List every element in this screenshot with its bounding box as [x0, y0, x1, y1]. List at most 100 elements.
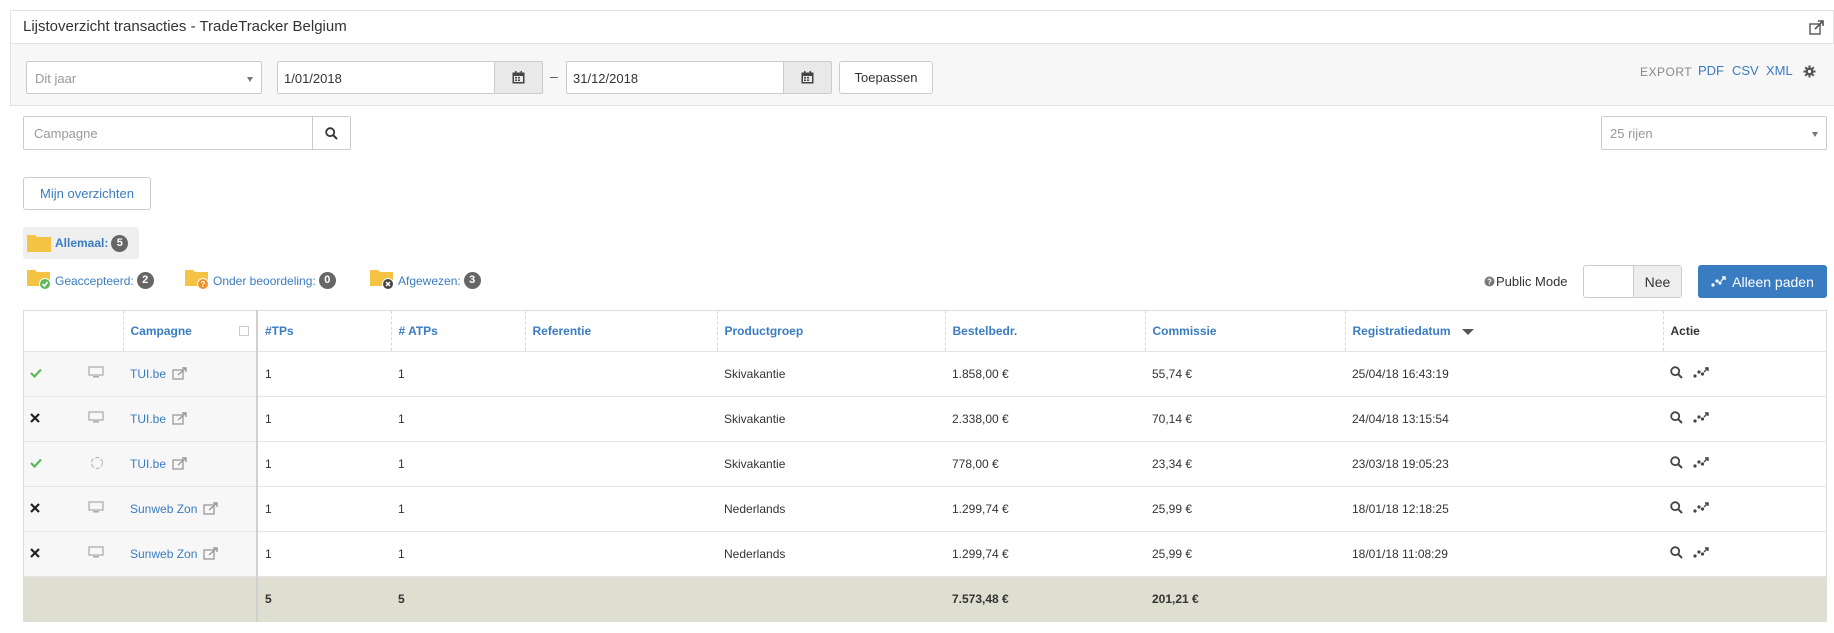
- col-atps[interactable]: # ATPs: [391, 310, 526, 352]
- col-campaign[interactable]: Campagne: [123, 310, 258, 352]
- external-link-icon[interactable]: [172, 411, 188, 428]
- action-cell: [1663, 396, 1827, 442]
- date-to-calendar-button[interactable]: [783, 61, 832, 94]
- desktop-icon: [88, 366, 104, 382]
- search-icon[interactable]: [1670, 366, 1683, 382]
- only-paths-button[interactable]: Alleen paden: [1698, 265, 1827, 298]
- status-device-cell: [23, 441, 123, 487]
- col-campaign-label: Campagne: [130, 324, 192, 338]
- page-title: Lijstoverzicht transacties - TradeTracke…: [23, 18, 347, 35]
- col-tps[interactable]: #TPs: [257, 310, 392, 352]
- table-row[interactable]: TUI.be 1 1 Skivakantie 1.858,00 €55,74 €25/0…: [23, 351, 1827, 397]
- campaign-search-input[interactable]: Campagne: [23, 116, 313, 150]
- campaign-link[interactable]: Sunweb Zon: [130, 547, 197, 561]
- campaign-link[interactable]: TUI.be: [130, 412, 166, 426]
- search-icon[interactable]: [1670, 501, 1683, 517]
- public-mode-toggle-off: [1584, 266, 1633, 297]
- amount-cell: 778,00 €: [945, 441, 1145, 487]
- col-commission[interactable]: Commissie: [1145, 310, 1346, 352]
- status-filter-pending-label: Onder beoordeling:: [213, 273, 316, 288]
- status-filter-all[interactable]: Allemaal: 5: [23, 227, 139, 259]
- my-overviews-button[interactable]: Mijn overzichten: [23, 177, 151, 210]
- commission-cell: 25,99 €: [1145, 486, 1345, 532]
- calendar-icon: [512, 71, 525, 84]
- path-icon[interactable]: [1693, 412, 1709, 426]
- col-amount[interactable]: Bestelbedr.: [945, 310, 1146, 352]
- action-cell: [1663, 351, 1827, 397]
- path-icon[interactable]: [1693, 457, 1709, 471]
- amount-cell: 1.858,00 €: [945, 351, 1145, 397]
- status-device-cell: [23, 531, 123, 577]
- date-from-field[interactable]: 1/01/2018: [277, 61, 495, 94]
- status-filter-all-count: 5: [111, 234, 129, 252]
- table-row[interactable]: TUI.be 1 1 Skivakantie 778,00 €23,34 €23/03/…: [23, 441, 1827, 487]
- campaign-cell: Sunweb Zon: [123, 486, 258, 532]
- external-link-icon[interactable]: [203, 501, 219, 518]
- export-xml-link[interactable]: XML: [1766, 63, 1793, 78]
- export-csv-link[interactable]: CSV: [1732, 63, 1759, 78]
- commission-cell: 23,34 €: [1145, 441, 1345, 487]
- cross-icon: [30, 502, 40, 516]
- public-mode-toggle-value: Nee: [1633, 266, 1681, 297]
- help-icon[interactable]: ?: [1484, 276, 1495, 287]
- table-row[interactable]: Sunweb Zon 1 1 Nederlands 1.299,74 €25,99 €1…: [23, 486, 1827, 532]
- amount-cell: 2.338,00 €: [945, 396, 1145, 442]
- search-icon[interactable]: [1670, 456, 1683, 472]
- path-icon[interactable]: [1693, 547, 1709, 561]
- date-from-calendar-button[interactable]: [494, 61, 543, 94]
- search-button[interactable]: [312, 116, 351, 150]
- external-link-icon[interactable]: [203, 546, 219, 563]
- table-row[interactable]: TUI.be 1 1 Skivakantie 2.338,00 €70,14 €24/0…: [23, 396, 1827, 442]
- path-icon[interactable]: [1693, 502, 1709, 516]
- atps-cell: 1: [391, 531, 525, 577]
- registration-date-cell: 24/04/18 13:15:54: [1345, 396, 1663, 442]
- product-group-cell: Nederlands: [717, 531, 945, 577]
- status-filter-pending[interactable]: ? Onder beoordeling: 0: [184, 268, 336, 293]
- period-select[interactable]: Dit jaar: [26, 61, 262, 94]
- cross-icon: [30, 547, 40, 561]
- amount-cell: 1.299,74 €: [945, 531, 1145, 577]
- share-icon[interactable]: [1809, 19, 1825, 38]
- campaign-cell: TUI.be: [123, 396, 258, 442]
- product-group-cell: Skivakantie: [717, 351, 945, 397]
- reference-cell: [525, 486, 717, 532]
- reference-cell: [525, 351, 717, 397]
- totals-empty-cell: [1345, 576, 1663, 622]
- campaign-link[interactable]: TUI.be: [130, 367, 166, 381]
- status-device-cell: [23, 351, 123, 397]
- commission-cell: 25,99 €: [1145, 531, 1345, 577]
- atps-cell: 1: [391, 396, 525, 442]
- public-mode-toggle[interactable]: Nee: [1583, 265, 1682, 298]
- col-registration-date-label: Registratiedatum: [1352, 324, 1451, 338]
- status-filter-accepted[interactable]: Geaccepteerd: 2: [26, 268, 154, 293]
- table-row[interactable]: Sunweb Zon 1 1 Nederlands 1.299,74 €25,99 €1…: [23, 531, 1827, 577]
- col-registration-date[interactable]: Registratiedatum: [1345, 310, 1664, 352]
- export-pdf-link[interactable]: PDF: [1698, 63, 1724, 78]
- search-icon[interactable]: [1670, 411, 1683, 427]
- gear-icon[interactable]: [1803, 65, 1816, 81]
- search-icon[interactable]: [1670, 546, 1683, 562]
- apply-button[interactable]: Toepassen: [839, 61, 933, 94]
- reference-cell: [525, 531, 717, 577]
- path-icon[interactable]: [1693, 367, 1709, 381]
- col-product-group[interactable]: Productgroep: [717, 310, 946, 352]
- status-filter-rejected[interactable]: Afgewezen: 3: [369, 268, 481, 293]
- campaign-cell: Sunweb Zon: [123, 531, 258, 577]
- rows-per-page-select[interactable]: 25 rijen: [1601, 116, 1827, 150]
- campaign-link[interactable]: TUI.be: [130, 457, 166, 471]
- sort-desc-icon: [1461, 328, 1474, 335]
- atps-cell: 1: [391, 486, 525, 532]
- external-link-icon[interactable]: [172, 456, 188, 473]
- status-filter-accepted-count: 2: [136, 272, 154, 289]
- col-reference[interactable]: Referentie: [525, 310, 718, 352]
- path-icon: [1711, 276, 1726, 287]
- tps-cell: 1: [257, 531, 391, 577]
- atps-cell: 1: [391, 351, 525, 397]
- column-picker-icon[interactable]: [239, 326, 249, 336]
- external-link-icon[interactable]: [172, 366, 188, 383]
- registration-date-cell: 25/04/18 16:43:19: [1345, 351, 1663, 397]
- campaign-link[interactable]: Sunweb Zon: [130, 502, 197, 516]
- totals-empty-cell: [1663, 576, 1827, 622]
- date-to-field[interactable]: 31/12/2018: [566, 61, 784, 94]
- totals-empty-cell: [23, 576, 123, 622]
